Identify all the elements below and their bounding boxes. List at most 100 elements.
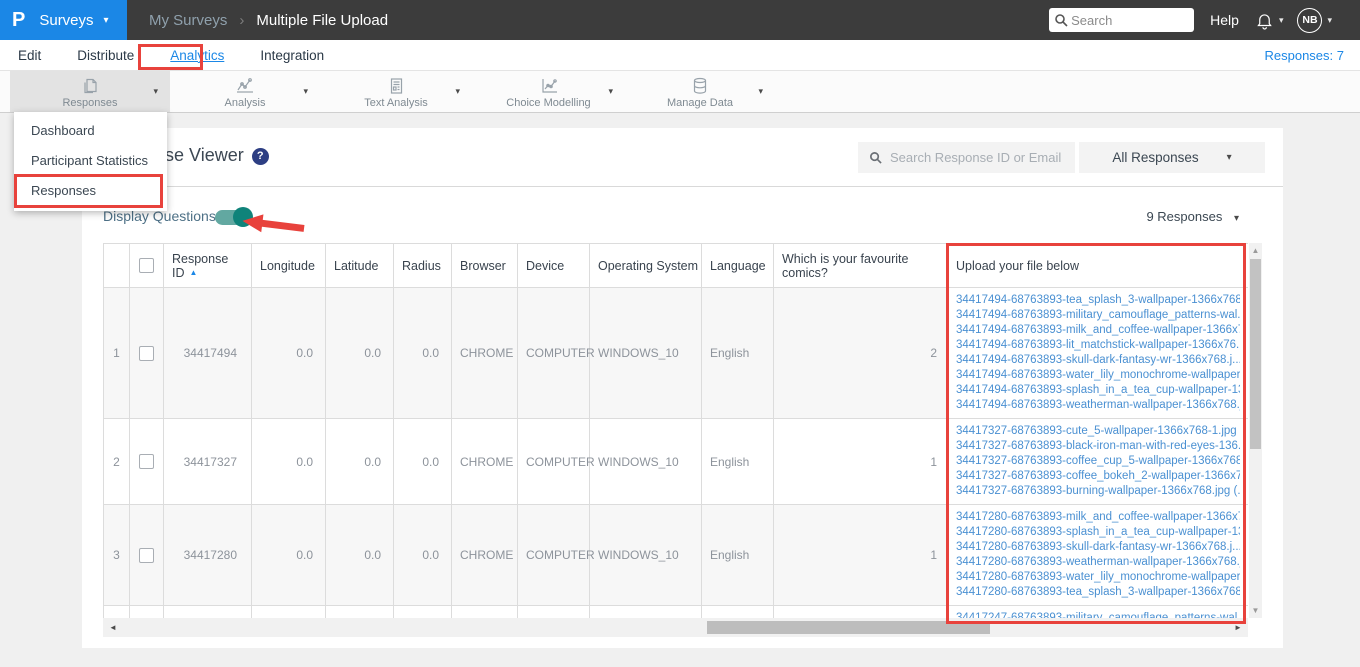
scroll-right-arrow[interactable]: ► — [1230, 618, 1246, 637]
file-link[interactable]: 34417327-68763893-black-iron-man-with-re… — [956, 439, 1240, 454]
scroll-left-arrow[interactable]: ◄ — [105, 618, 121, 637]
column-header-label[interactable]: Response ID — [172, 252, 228, 280]
menu-item-participant-statistics[interactable]: Participant Statistics — [14, 146, 167, 176]
row-checkbox[interactable] — [139, 547, 154, 563]
responses-table-wrap: Response ID ▲ Longitude Latitude Radius Brows… — [103, 243, 1248, 618]
column-header-latitude: Latitude — [325, 243, 394, 288]
vertical-scrollbar[interactable]: ▲ ▼ — [1249, 243, 1262, 618]
file-link[interactable]: 34417494-68763893-milk_and_coffee-wallpa… — [956, 323, 1240, 338]
column-header-language: Language — [701, 243, 774, 288]
chevron-down-icon: ▾ — [1233, 213, 1239, 224]
row-select-cell — [129, 605, 164, 618]
file-link[interactable]: 34417494-68763893-tea_splash_3-wallpaper… — [956, 293, 1240, 308]
os-cell — [589, 605, 702, 618]
file-link[interactable]: 34417280-68763893-tea_splash_3-wallpaper… — [956, 585, 1240, 600]
horizontal-scroll-thumb[interactable] — [707, 621, 990, 634]
file-link[interactable]: 34417494-68763893-military_camouflage_pa… — [956, 308, 1240, 323]
chevron-down-icon: ▾ — [1226, 152, 1232, 163]
toolbar-item-responses[interactable]: Responses ▾ — [10, 71, 170, 112]
breadcrumb-my-surveys[interactable]: My Surveys — [149, 12, 227, 29]
response-search-input[interactable] — [890, 142, 1070, 173]
scroll-up-arrow[interactable]: ▲ — [1249, 243, 1262, 258]
file-link[interactable]: 34417327-68763893-cute_5-wallpaper-1366x… — [956, 424, 1240, 439]
column-header-label[interactable]: Which is your favourite comics? — [782, 252, 908, 280]
device-cell: COMPUTER — [517, 287, 595, 419]
os-cell: WINDOWS_10 — [589, 504, 702, 606]
responses-table: Response ID ▲ Longitude Latitude Radius Brows… — [103, 243, 1248, 618]
vertical-scroll-thumb[interactable] — [1250, 259, 1261, 449]
horizontal-scrollbar[interactable]: ◄ ► — [103, 618, 1248, 637]
display-questions-toggle[interactable] — [215, 207, 253, 227]
menu-item-responses[interactable]: Responses — [14, 176, 167, 206]
tab-edit[interactable]: Edit — [16, 46, 43, 65]
file-link[interactable]: 34417494-68763893-skull-dark-fantasy-wr-… — [956, 353, 1240, 368]
scroll-down-arrow[interactable]: ▼ — [1249, 603, 1262, 618]
toolbar-item-analysis[interactable]: Analysis ▾ — [170, 71, 320, 112]
file-link[interactable]: 34417280-68763893-skull-dark-fantasy-wr-… — [956, 540, 1240, 555]
file-link[interactable]: 34417327-68763893-coffee_bokeh_2-wallpap… — [956, 469, 1240, 484]
toolbar-item-text-analysis[interactable]: Text Analysis ▾ — [320, 71, 472, 112]
row-number-header — [103, 243, 130, 288]
divider — [103, 186, 1283, 187]
column-header-label[interactable]: Browser — [460, 259, 506, 273]
response-id-cell[interactable]: 34417280 — [163, 504, 252, 606]
tab-analytics[interactable]: Analytics — [168, 46, 226, 65]
column-header-label[interactable]: Longitude — [260, 259, 315, 273]
row-checkbox[interactable] — [139, 345, 154, 361]
row-number-cell: 2 — [103, 418, 130, 505]
select-all-checkbox[interactable] — [139, 258, 154, 274]
file-link[interactable]: 34417494-68763893-lit_matchstick-wallpap… — [956, 338, 1240, 353]
menu-item-dashboard[interactable]: Dashboard — [14, 116, 167, 146]
row-select-cell — [129, 504, 164, 606]
file-link[interactable]: 34417494-68763893-splash_in_a_tea_cup-wa… — [956, 383, 1240, 398]
response-id-cell[interactable]: 34417494 — [163, 287, 252, 419]
help-icon[interactable]: ? — [251, 148, 269, 165]
latitude-cell: 0.0 — [325, 418, 394, 505]
response-id-cell[interactable]: 34417327 — [163, 418, 252, 505]
radius-cell: 0.0 — [393, 287, 452, 419]
chevron-down-icon: ▾ — [1278, 14, 1284, 25]
column-header-label[interactable]: Device — [526, 259, 564, 273]
toggle-knob — [233, 207, 253, 227]
column-header-label[interactable]: Latitude — [334, 259, 378, 273]
file-link[interactable]: 34417494-68763893-weatherman-wallpaper-1… — [956, 398, 1240, 413]
tab-distribute[interactable]: Distribute — [75, 46, 136, 65]
responses-per-page-dropdown[interactable]: 9 Responses ▾ — [1146, 209, 1239, 224]
file-link[interactable]: 34417280-68763893-splash_in_a_tea_cup-wa… — [956, 525, 1240, 540]
notifications-menu[interactable]: ▾ — [1255, 10, 1284, 31]
file-link[interactable]: 34417280-68763893-water_lily_monochrome-… — [956, 570, 1240, 585]
file-link[interactable]: 34417247-68763893-military_camouflage_pa… — [956, 611, 1240, 618]
toolbar-item-manage-data[interactable]: Manage Data ▾ — [625, 71, 775, 112]
browser-cell: CHROME — [451, 287, 518, 419]
column-header-label[interactable]: Language — [710, 259, 766, 273]
column-header-response-id: Response ID ▲ — [163, 243, 252, 288]
comics-answer-cell: 1 — [773, 418, 948, 505]
surveys-product-menu[interactable]: P Surveys ▾ — [0, 0, 127, 40]
column-header-label[interactable]: Radius — [402, 259, 441, 273]
response-filter-dropdown[interactable]: All Responses ▾ — [1079, 142, 1265, 173]
responses-count[interactable]: Responses: 7 — [1265, 48, 1345, 63]
row-checkbox[interactable] — [139, 454, 154, 470]
file-link[interactable]: 34417280-68763893-milk_and_coffee-wallpa… — [956, 510, 1240, 525]
help-link[interactable]: Help — [1210, 12, 1239, 28]
account-menu[interactable]: NB ▾ — [1297, 7, 1332, 33]
search-icon — [1055, 14, 1068, 27]
file-link[interactable]: 34417280-68763893-weatherman-wallpaper-1… — [956, 555, 1240, 570]
column-header-label[interactable]: Upload your file below — [956, 259, 1079, 273]
analysis-icon — [235, 77, 255, 95]
toolbar-item-choice-modelling[interactable]: Choice Modelling ▾ — [472, 71, 625, 112]
file-link[interactable]: 34417327-68763893-burning-wallpaper-1366… — [956, 484, 1240, 499]
latitude-cell — [325, 605, 394, 618]
toolbar-item-label: Analysis — [224, 96, 266, 109]
column-header-label[interactable]: Operating System — [598, 259, 698, 273]
file-link[interactable]: 34417494-68763893-water_lily_monochrome-… — [956, 368, 1240, 383]
file-link[interactable]: 34417327-68763893-coffee_cup_5-wallpaper… — [956, 454, 1240, 469]
avatar: NB — [1297, 7, 1323, 33]
global-search-input[interactable] — [1071, 8, 1190, 32]
os-cell: WINDOWS_10 — [589, 287, 702, 419]
tab-integration[interactable]: Integration — [258, 46, 326, 65]
select-all-header — [129, 243, 164, 288]
table-row: 2 34417327 0.0 0.0 0.0 CHROME COMPUTER WINDOWS_… — [103, 418, 1248, 505]
response-viewer-card: Response Viewer? All Responses ▾ Display… — [82, 128, 1283, 648]
sort-ascending-icon[interactable]: ▲ — [190, 268, 198, 277]
